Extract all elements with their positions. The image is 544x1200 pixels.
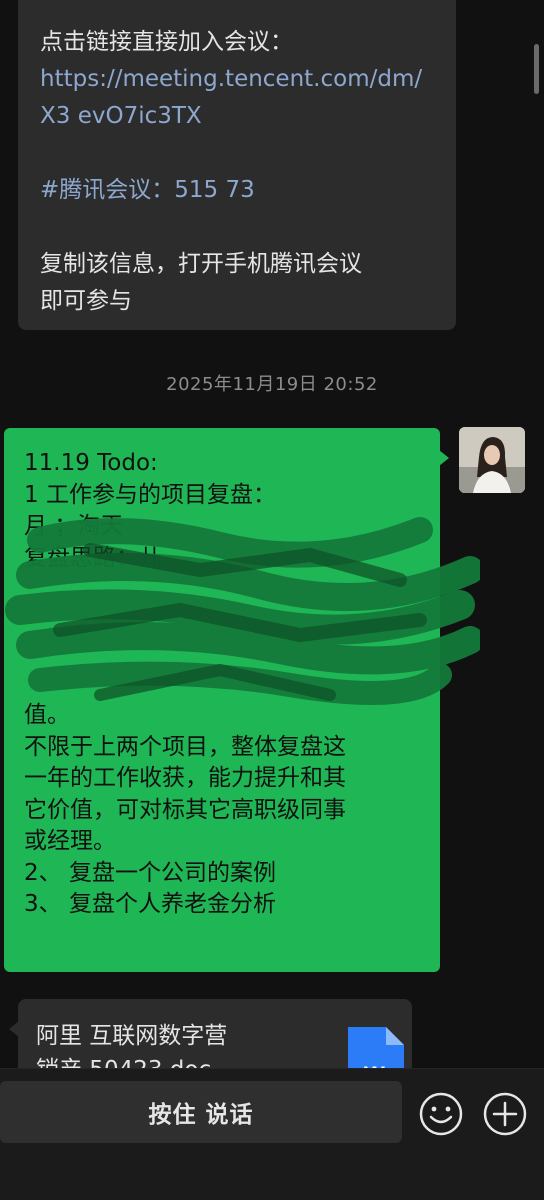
todo-line: 2、 复盘一个公司的案例 [24,859,276,886]
todo-line: 复盘思路：儿 [24,544,162,571]
emoji-icon[interactable] [418,1091,464,1137]
message-text: 点击链接直接加入会议： [40,29,293,55]
todo-message[interactable]: 11.19 Todo: 1 工作参与的项目复盘： 月 ；淘天 复盘思路：儿 值。… [4,428,449,972]
todo-line [24,574,420,606]
message-timestamp: 2025年11月19日 20:52 [166,374,378,395]
todo-line: 1 工作参与的项目复盘： [24,481,276,508]
todo-line [24,669,420,701]
todo-line: 不限于上两个项目，整体复盘这 [24,733,346,760]
avatar-image [459,427,525,493]
plus-icon[interactable] [482,1091,528,1137]
todo-line: 它价值，可对标其它高职级同事 [24,796,346,823]
input-toolbar: 按住 说话 [0,1068,544,1200]
todo-line: 值。 [24,702,70,728]
todo-line [24,606,420,638]
todo-line [24,637,420,669]
todo-line: 或经理。 [24,828,116,854]
meeting-link-continued[interactable]: X3 evO7ic3TX [40,98,434,135]
meeting-link[interactable]: https://meeting.tencent.com/dm/ [40,61,434,98]
chat-screen: 点击链接直接加入会议： https://meeting.tencent.com/… [0,0,544,1200]
scrollbar[interactable] [534,44,539,94]
message-text: 复制该信息，打开手机腾讯会议 [40,251,362,277]
message-text: 即可参与 [40,288,132,314]
file-name: 阿里 互联网数字营 [36,1023,228,1049]
todo-line: 11.19 Todo: [24,450,158,476]
hold-to-talk-button[interactable]: 按住 说话 [0,1081,402,1143]
todo-line: 3、 复盘个人养老金分析 [24,891,276,917]
meeting-id[interactable]: #腾讯会议：515 73 [40,172,434,209]
meeting-invite-message[interactable]: 点击链接直接加入会议： https://meeting.tencent.com/… [18,0,456,330]
todo-line: 一年的工作收获，能力提升和其 [24,765,346,791]
todo-line: 月 ；淘天 [24,513,124,539]
user-avatar[interactable] [459,427,525,493]
